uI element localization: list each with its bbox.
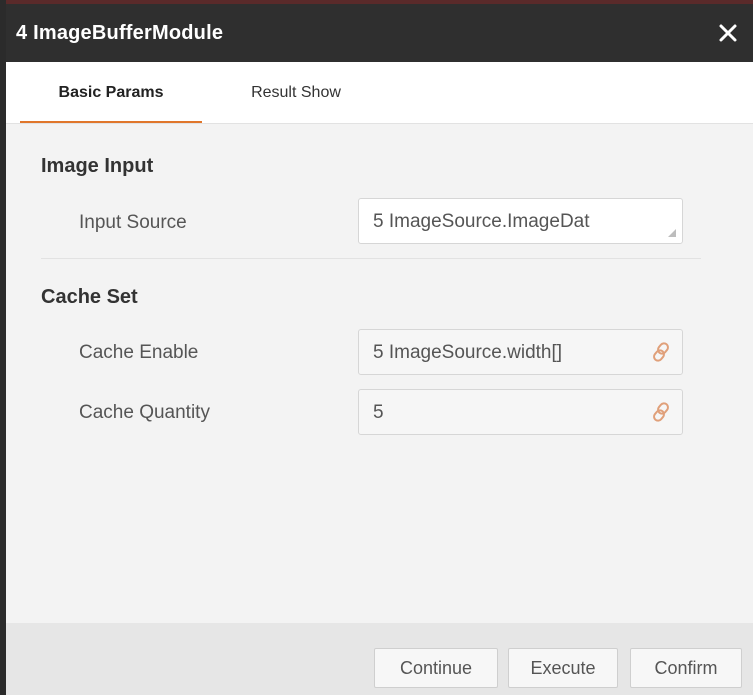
- cache-enable-field[interactable]: 5 ImageSource.width[]: [358, 329, 683, 375]
- section-divider: [41, 258, 701, 259]
- title-bar: 4 ImageBufferModule: [6, 4, 753, 62]
- cache-quantity-field[interactable]: 5: [358, 389, 683, 435]
- input-source-value: 5 ImageSource.ImageDat: [373, 211, 590, 232]
- section-title-cache-set: Cache Set: [41, 286, 138, 308]
- tab-bar: Basic Params Result Show: [6, 62, 753, 124]
- link-icon[interactable]: [650, 341, 672, 363]
- cache-quantity-value: 5: [373, 402, 384, 423]
- tab-basic-params[interactable]: Basic Params: [20, 62, 202, 123]
- input-source-select[interactable]: 5 ImageSource.ImageDat: [358, 198, 683, 244]
- section-title-image-input: Image Input: [41, 155, 154, 177]
- image-buffer-module-dialog: 4 ImageBufferModule Basic Params Result …: [0, 0, 753, 695]
- continue-button[interactable]: Continue: [374, 648, 498, 688]
- dialog-footer: Continue Execute Confirm: [6, 623, 753, 695]
- cache-enable-label: Cache Enable: [79, 342, 199, 363]
- dropdown-corner-icon: [668, 229, 676, 237]
- execute-button[interactable]: Execute: [508, 648, 618, 688]
- link-icon[interactable]: [650, 401, 672, 423]
- confirm-button[interactable]: Confirm: [630, 648, 742, 688]
- close-button[interactable]: [711, 16, 745, 50]
- tab-result-show[interactable]: Result Show: [216, 62, 376, 123]
- cache-quantity-label: Cache Quantity: [79, 402, 210, 423]
- close-icon: [719, 24, 737, 42]
- input-source-label: Input Source: [79, 212, 187, 233]
- window-title: 4 ImageBufferModule: [16, 22, 224, 44]
- cache-enable-value: 5 ImageSource.width[]: [373, 342, 563, 363]
